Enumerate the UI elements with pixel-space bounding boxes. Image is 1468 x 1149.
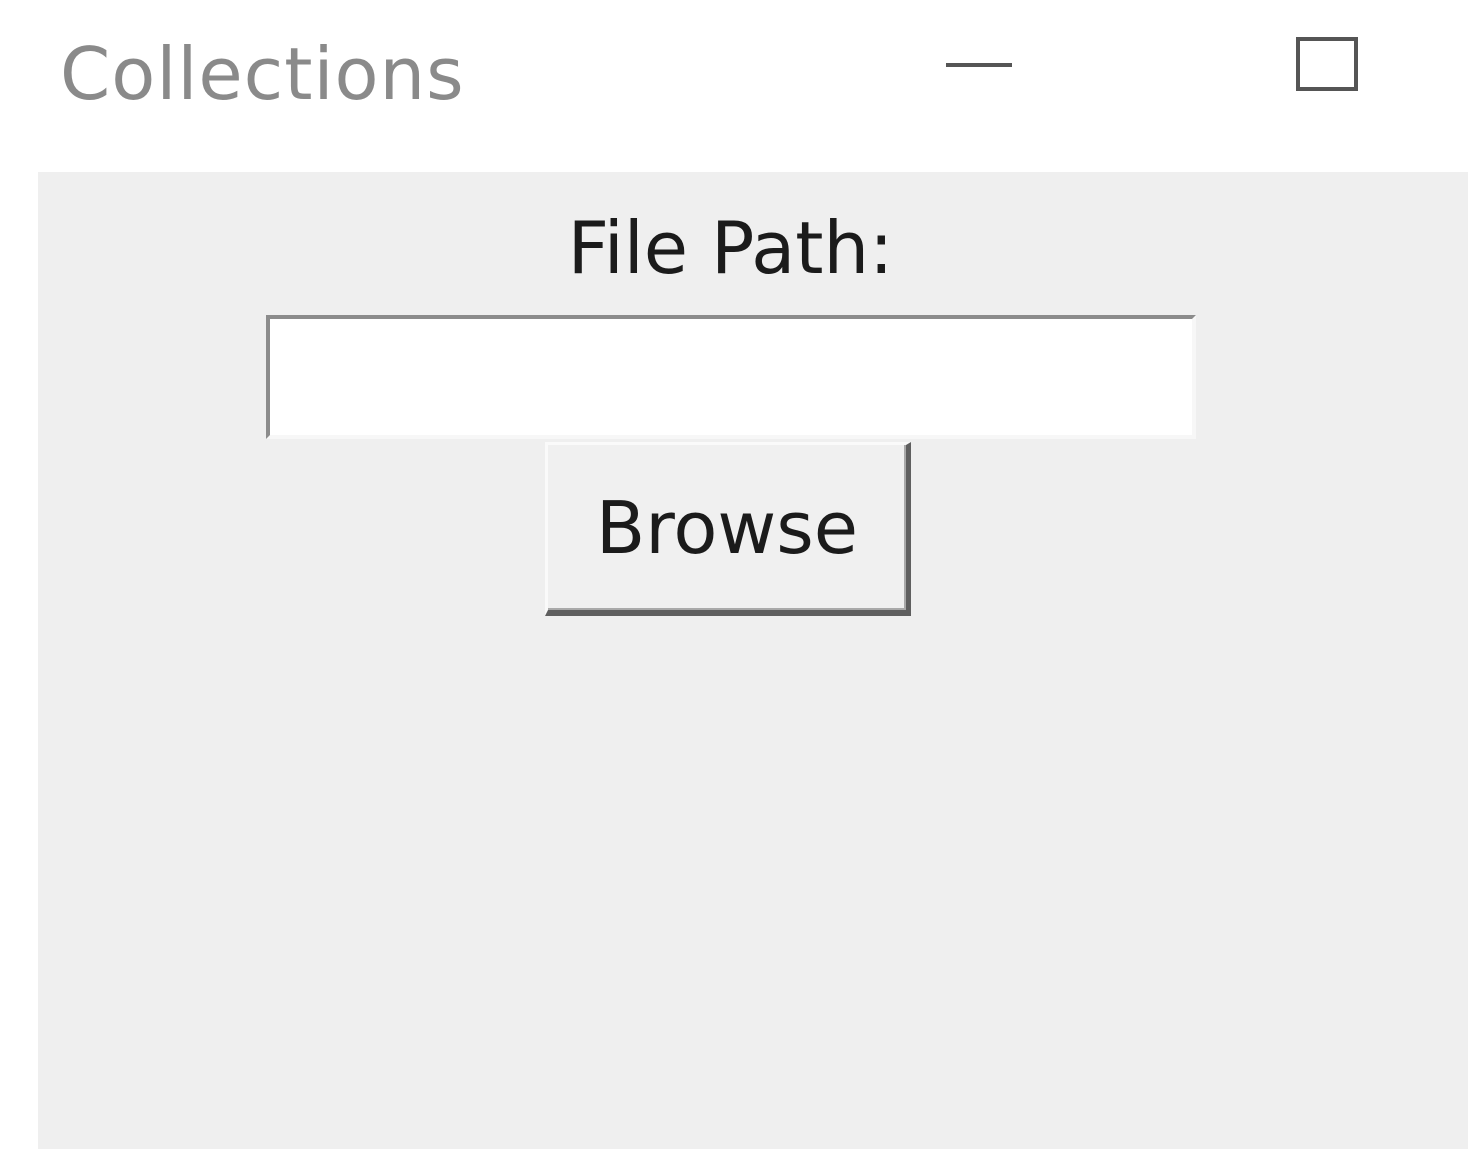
- client-area: File Path: Browse: [38, 172, 1468, 1149]
- minimize-icon: [946, 63, 1012, 67]
- maximize-button[interactable]: [1260, 10, 1400, 120]
- app-window: Collections File Path: Browse: [0, 0, 1468, 1149]
- file-path-input[interactable]: [266, 315, 1196, 439]
- browse-button[interactable]: Browse: [545, 442, 911, 616]
- maximize-icon: [1296, 37, 1358, 91]
- title-bar[interactable]: Collections: [0, 0, 1468, 172]
- window-title: Collections: [60, 32, 465, 116]
- file-path-label: File Path:: [567, 206, 894, 290]
- minimize-button[interactable]: [910, 20, 1050, 120]
